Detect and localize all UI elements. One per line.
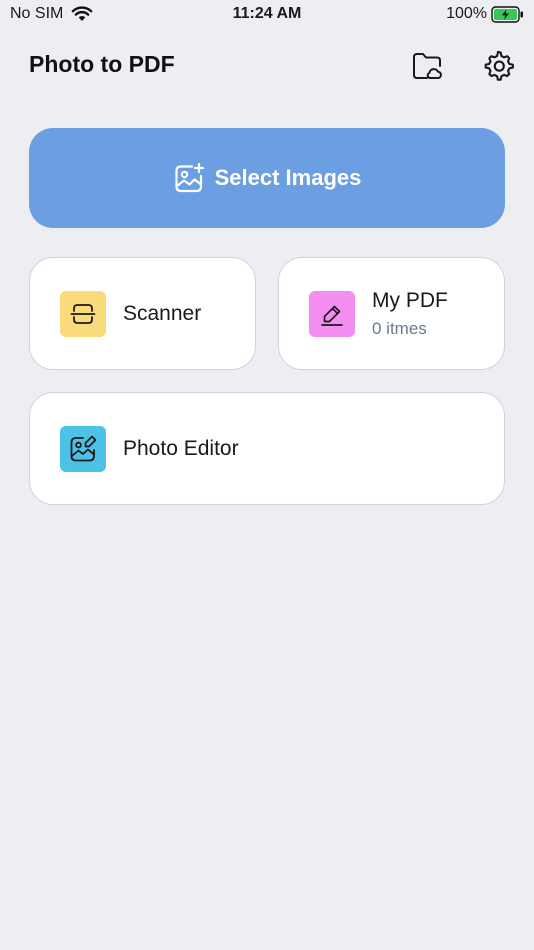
battery-charging-icon xyxy=(491,5,523,23)
photo-editor-icon-tile xyxy=(60,425,106,472)
scanner-icon xyxy=(70,303,96,324)
gear-icon xyxy=(484,50,514,81)
scanner-label: Scanner xyxy=(123,301,202,325)
image-edit-icon xyxy=(70,435,97,461)
my-pdf-count: 0 itmes xyxy=(372,318,427,338)
image-add-icon xyxy=(175,162,204,192)
photo-editor-text: Photo Editor xyxy=(123,437,239,461)
my-pdf-icon-tile xyxy=(309,290,355,337)
settings-button[interactable] xyxy=(478,45,518,85)
battery-percent: 100% xyxy=(446,5,487,22)
folder-cloud-icon xyxy=(413,53,442,79)
photo-editor-label: Photo Editor xyxy=(123,436,239,460)
scanner-text: Scanner xyxy=(123,302,201,326)
scanner-card[interactable]: Scanner xyxy=(29,257,256,370)
page-title: Photo to PDF xyxy=(29,51,175,77)
my-pdf-label: My PDF xyxy=(372,288,448,312)
photo-editor-card[interactable]: Photo Editor xyxy=(29,392,505,505)
my-pdf-text: My PDF 0 itmes xyxy=(372,289,448,339)
folder-button[interactable] xyxy=(407,45,447,85)
my-pdf-card[interactable]: My PDF 0 itmes xyxy=(278,257,505,370)
status-right: 100% xyxy=(446,5,524,23)
select-images-label: Select Images xyxy=(214,165,362,190)
app-header: Photo to PDF xyxy=(0,40,534,90)
select-images-button[interactable]: Select Images xyxy=(29,128,505,228)
pen-icon xyxy=(321,305,343,326)
scanner-icon-tile xyxy=(60,290,106,337)
status-bar: No SIM 11:24 AM 100% xyxy=(0,0,534,30)
